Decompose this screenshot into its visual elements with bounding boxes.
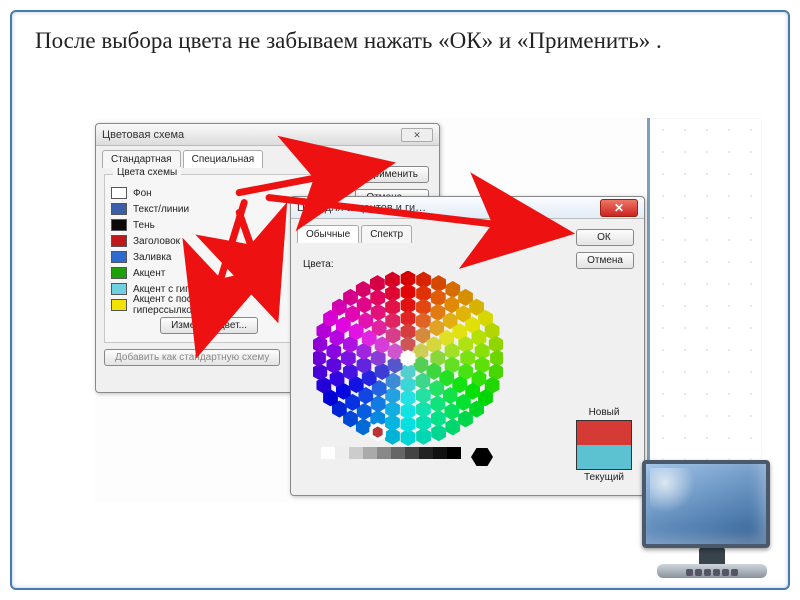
color-swatch [111,251,127,263]
scheme-item[interactable]: Заливка [111,249,307,265]
scheme-item[interactable]: Акцент [111,265,307,281]
tab-special[interactable]: Специальная [183,150,264,168]
color-hexagon[interactable] [313,271,503,451]
gray-cell[interactable] [335,447,349,459]
color-swatch [111,187,127,199]
gray-cell[interactable] [405,447,419,459]
color-picker-dialog: Цвет для акцентов и ги… ✕ Обычные Спектр… [290,196,645,496]
scheme-item[interactable]: Фон [111,185,307,201]
gray-cell[interactable] [377,447,391,459]
scheme-list: Фон Текст/линии Тень Заголовок Заливка Акцент… [111,185,307,313]
gray-cell[interactable] [349,447,363,459]
gray-cell[interactable] [433,447,447,459]
scheme-item-label: Текст/линии [133,204,189,215]
scheme-item[interactable]: Текст/линии [111,201,307,217]
scheme-item-label: Тень [133,220,155,231]
monitor-clipart [642,460,782,590]
instruction-caption: После выбора цвета не забываем нажать «О… [35,25,765,56]
grayscale-row[interactable] [321,447,493,467]
screenshot-area: Цветовая схема ✕ Стандартная Специальная… [95,118,650,503]
color-swatch [111,283,127,295]
ok-button[interactable]: ОК [576,229,634,246]
scheme-item-label: Акцент с гиперссылкой [133,284,240,295]
dialog2-title: Цвет для акцентов и ги… [297,202,426,214]
color-swatch [111,235,127,247]
dialog2-titlebar[interactable]: Цвет для акцентов и ги… ✕ [291,197,644,219]
tab-standard[interactable]: Стандартная [102,150,181,168]
current-color-swatch [577,445,631,469]
cancel-button-2[interactable]: Отмена [576,252,634,269]
gray-cell[interactable] [419,447,433,459]
grid-background [652,118,762,503]
new-label: Новый [576,407,632,418]
scheme-item-label: Заливка [133,252,172,263]
scheme-item[interactable]: Акцент с последующей гиперссылкой [111,297,307,313]
scheme-item[interactable]: Тень [111,217,307,233]
scheme-item-label: Акцент [133,268,165,279]
change-color-button[interactable]: Изменить цвет... [160,317,258,334]
current-label: Текущий [576,472,632,483]
gray-cell[interactable] [363,447,377,459]
colors-label: Цвета: [303,259,334,270]
new-color-swatch [577,421,631,445]
group-legend: Цвета схемы [113,167,181,178]
close-icon[interactable]: ✕ [401,128,433,142]
tab-usual[interactable]: Обычные [297,225,359,243]
new-current-preview: Новый Текущий [576,407,632,483]
color-swatch [111,219,127,231]
dialog1-title: Цветовая схема [102,129,184,141]
color-swatch [111,203,127,215]
gray-cell[interactable] [321,447,335,459]
add-standard-button[interactable]: Добавить как стандартную схему [104,349,280,366]
dialog1-titlebar[interactable]: Цветовая схема ✕ [96,124,439,146]
color-swatch [111,299,127,311]
tab-spectrum[interactable]: Спектр [361,225,412,243]
scheme-item-label: Заголовок [133,236,180,247]
scheme-item[interactable]: Заголовок [111,233,307,249]
scheme-item-label: Фон [133,188,152,199]
apply-button[interactable]: Применить [355,166,429,183]
scheme-item-label: Акцент с последующей гиперссылкой [133,294,307,316]
black-hex[interactable] [471,447,493,467]
color-swatch [111,267,127,279]
gray-cell[interactable] [391,447,405,459]
gray-cell[interactable] [447,447,461,459]
close-icon[interactable]: ✕ [600,199,638,217]
